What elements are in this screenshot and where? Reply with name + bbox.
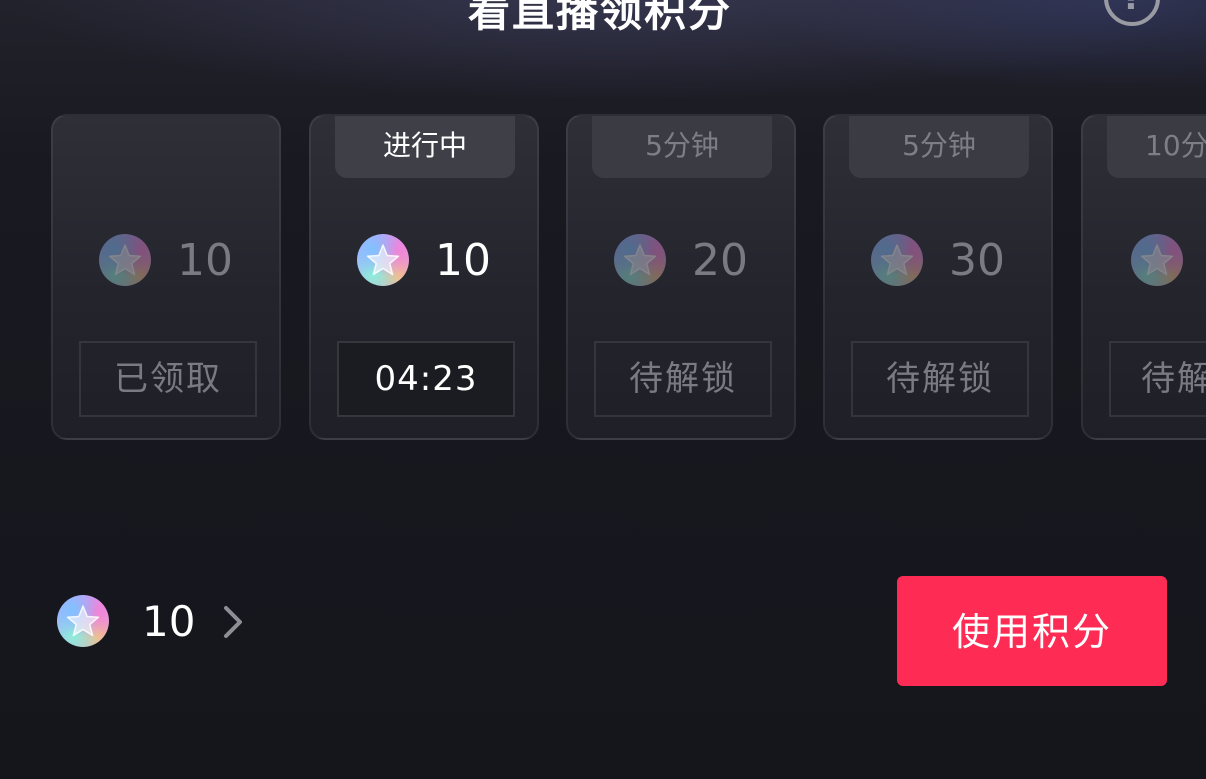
task-card-locked: 5分钟 30 待解锁 xyxy=(823,114,1053,440)
star-coin-icon xyxy=(357,234,409,286)
reward-points: 20 xyxy=(692,234,748,286)
countdown-timer: 04:23 xyxy=(337,341,515,417)
task-status: 已领取 xyxy=(79,341,257,417)
reward-points: 10 xyxy=(177,234,233,286)
task-tag: 5分钟 xyxy=(849,116,1029,178)
use-points-button[interactable]: 使用积分 xyxy=(897,576,1167,686)
task-tag: 10分钟 xyxy=(1107,116,1206,178)
star-coin-icon xyxy=(99,234,151,286)
reward-row: 10 xyxy=(53,232,279,288)
star-coin-icon xyxy=(57,595,109,647)
star-coin-icon xyxy=(614,234,666,286)
chevron-right-icon[interactable] xyxy=(216,598,252,646)
reward-row: 10 xyxy=(311,232,537,288)
reward-row: 30 xyxy=(825,232,1051,288)
reward-row xyxy=(1083,232,1206,288)
task-tag: 进行中 xyxy=(335,116,515,178)
task-status: 待解锁 xyxy=(594,341,772,417)
points-balance[interactable]: 10 xyxy=(142,596,195,648)
task-card-locked: 10分钟 待解锁 xyxy=(1081,114,1206,440)
task-card-claimed: 10 已领取 xyxy=(51,114,281,440)
star-coin-icon xyxy=(1131,234,1183,286)
reward-points: 30 xyxy=(949,234,1005,286)
task-tag: 5分钟 xyxy=(592,116,772,178)
reward-row: 20 xyxy=(568,232,794,288)
task-status: 待解锁 xyxy=(1109,341,1206,417)
star-coin-icon xyxy=(871,234,923,286)
task-card-locked: 5分钟 20 待解锁 xyxy=(566,114,796,440)
task-status: 待解锁 xyxy=(851,341,1029,417)
page-title: 看直播领积分 xyxy=(467,0,732,36)
task-card-in-progress: 进行中 10 04:23 xyxy=(309,114,539,440)
reward-points: 10 xyxy=(435,234,491,286)
